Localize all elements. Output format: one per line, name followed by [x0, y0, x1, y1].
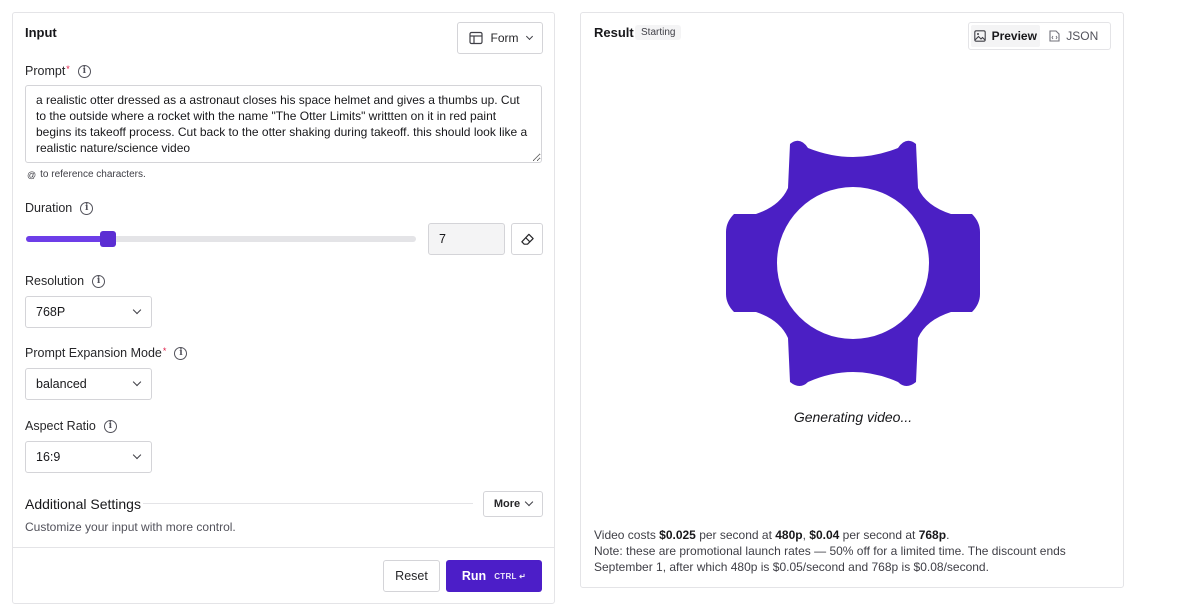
- aspect-ratio-select[interactable]: 16:9: [25, 441, 152, 473]
- clear-duration-button[interactable]: [511, 223, 543, 255]
- resolution-480: 480p: [775, 528, 803, 542]
- aspect-ratio-label: Aspect Ratio i: [25, 419, 117, 433]
- mode-select-value: Form: [490, 31, 519, 45]
- input-title: Input: [25, 25, 57, 40]
- generating-status-text: Generating video...: [793, 409, 913, 425]
- info-icon[interactable]: i: [103, 419, 117, 433]
- input-panel: Input Form Prompt * i @ to reference cha…: [12, 12, 555, 604]
- prompt-label-text: Prompt: [25, 64, 66, 78]
- chevron-down-icon: [132, 450, 142, 460]
- aspect-ratio-value: 16:9: [36, 450, 61, 464]
- price-768: $0.04: [809, 528, 840, 542]
- prompt-expansion-label-text: Prompt Expansion Mode: [25, 346, 162, 360]
- pricing-note: Video costs $0.025 per second at 480p, $…: [594, 527, 1114, 575]
- resolution-768: 768p: [918, 528, 947, 542]
- prompt-expansion-select[interactable]: balanced: [25, 368, 152, 400]
- prompt-expansion-label: Prompt Expansion Mode * i: [25, 346, 188, 360]
- chevron-down-icon: [132, 305, 142, 315]
- info-icon[interactable]: i: [77, 64, 91, 78]
- chevron-down-icon: [132, 377, 142, 387]
- at-icon: @: [27, 169, 37, 180]
- view-toggle: Preview JSON: [968, 22, 1111, 50]
- chevron-down-icon: [524, 497, 534, 507]
- note-text: Video costs: [594, 528, 660, 542]
- additional-settings-title: Additional Settings: [25, 496, 141, 512]
- mode-select[interactable]: Form: [457, 22, 543, 54]
- resolution-label-text: Resolution: [25, 274, 85, 288]
- resolution-label: Resolution i: [25, 274, 106, 288]
- result-title: Result: [594, 25, 634, 40]
- aspect-ratio-label-text: Aspect Ratio: [25, 419, 96, 433]
- required-mark: *: [66, 64, 70, 74]
- slider-fill: [26, 236, 108, 242]
- footer-divider: [13, 547, 554, 548]
- duration-label: Duration i: [25, 201, 94, 215]
- prompt-expansion-value: balanced: [36, 377, 87, 391]
- tab-json-label: JSON: [1066, 29, 1099, 43]
- file-code-icon: [1049, 30, 1060, 42]
- tab-preview[interactable]: Preview: [971, 25, 1040, 47]
- more-button-label: More: [493, 498, 521, 510]
- note-text: per second at: [695, 528, 776, 542]
- note-text: per second at: [839, 528, 919, 542]
- loading-spinner-icon: [726, 140, 980, 386]
- eraser-icon: [520, 233, 534, 245]
- slider-thumb[interactable]: [99, 231, 116, 247]
- prompt-label: Prompt * i: [25, 64, 91, 78]
- run-shortcut-hint: CTRL ↵: [494, 571, 527, 581]
- note-text: .: [946, 528, 950, 542]
- status-badge: Starting: [635, 25, 682, 40]
- duration-label-text: Duration: [25, 201, 73, 215]
- required-mark: *: [162, 346, 167, 356]
- info-icon[interactable]: i: [174, 346, 188, 360]
- image-icon: [973, 30, 986, 42]
- pricing-line: Video costs $0.025 per second at 480p, $…: [594, 527, 1114, 543]
- price-480: $0.025: [659, 528, 696, 542]
- result-panel: Result Starting Preview JSON Generating …: [580, 12, 1124, 588]
- duration-input[interactable]: [428, 223, 505, 255]
- promo-note: Note: these are promotional launch rates…: [594, 544, 1066, 574]
- duration-slider[interactable]: [26, 231, 416, 247]
- run-button[interactable]: Run CTRL ↵: [446, 560, 542, 592]
- additional-settings-subtitle: Customize your input with more control.: [25, 520, 236, 534]
- info-icon[interactable]: i: [80, 201, 94, 215]
- tab-json[interactable]: JSON: [1040, 25, 1109, 47]
- prompt-textarea[interactable]: [25, 85, 542, 163]
- section-divider: [143, 503, 473, 504]
- prompt-hint: @ to reference characters.: [27, 169, 146, 180]
- resolution-value: 768P: [36, 305, 66, 319]
- run-button-label: Run: [461, 569, 487, 583]
- prompt-hint-text: to reference characters.: [40, 169, 146, 180]
- table-layout-icon: [468, 31, 483, 45]
- reset-button[interactable]: Reset: [383, 560, 440, 592]
- more-button[interactable]: More: [483, 491, 543, 517]
- chevron-down-icon: [525, 32, 533, 40]
- resolution-select[interactable]: 768P: [25, 296, 152, 328]
- info-icon[interactable]: i: [92, 274, 106, 288]
- tab-preview-label: Preview: [991, 29, 1037, 43]
